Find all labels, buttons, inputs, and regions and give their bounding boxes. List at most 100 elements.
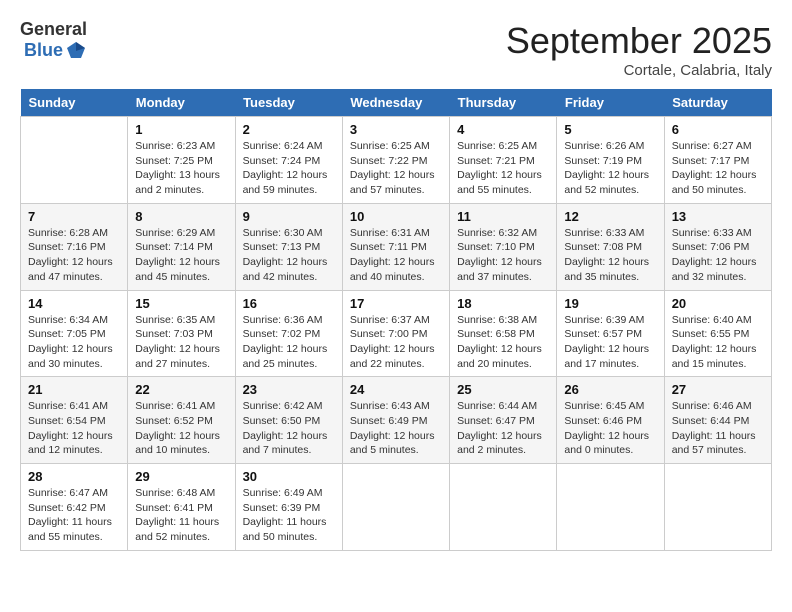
day-number: 30 [243, 469, 335, 484]
page-header: General Blue September 2025 Cortale, Cal… [20, 20, 772, 79]
day-cell: 18Sunrise: 6:38 AMSunset: 6:58 PMDayligh… [450, 290, 557, 377]
day-number: 24 [350, 382, 442, 397]
day-cell: 14Sunrise: 6:34 AMSunset: 7:05 PMDayligh… [21, 290, 128, 377]
day-number: 7 [28, 209, 120, 224]
day-info: Sunrise: 6:24 AMSunset: 7:24 PMDaylight:… [243, 139, 335, 198]
day-cell: 20Sunrise: 6:40 AMSunset: 6:55 PMDayligh… [664, 290, 771, 377]
day-info: Sunrise: 6:47 AMSunset: 6:42 PMDaylight:… [28, 486, 120, 545]
day-number: 15 [135, 296, 227, 311]
day-number: 9 [243, 209, 335, 224]
day-cell: 10 Sunrise: 6:31 AMSunset: 7:11 PMDayligh… [342, 203, 449, 290]
day-cell: 4 Sunrise: 6:25 AMSunset: 7:21 PMDaylight… [450, 117, 557, 204]
day-info: Sunrise: 6:42 AMSunset: 6:50 PMDaylight:… [243, 399, 335, 458]
header-monday: Monday [128, 89, 235, 117]
day-info: Sunrise: 6:39 AMSunset: 6:57 PMDaylight:… [564, 313, 656, 372]
day-cell: 28Sunrise: 6:47 AMSunset: 6:42 PMDayligh… [21, 464, 128, 551]
day-cell: 7Sunrise: 6:28 AMSunset: 7:16 PMDaylight… [21, 203, 128, 290]
day-cell: 2 Sunrise: 6:24 AMSunset: 7:24 PMDaylight… [235, 117, 342, 204]
day-cell: 6 Sunrise: 6:27 AMSunset: 7:17 PMDaylight… [664, 117, 771, 204]
day-number: 22 [135, 382, 227, 397]
day-number: 13 [672, 209, 764, 224]
week-row-1: 1 Sunrise: 6:23 AMSunset: 7:25 PMDaylight… [21, 117, 772, 204]
week-row-3: 14Sunrise: 6:34 AMSunset: 7:05 PMDayligh… [21, 290, 772, 377]
logo-general: General [20, 20, 87, 40]
header-tuesday: Tuesday [235, 89, 342, 117]
day-info: Sunrise: 6:44 AMSunset: 6:47 PMDaylight:… [457, 399, 549, 458]
day-info: Sunrise: 6:29 AMSunset: 7:14 PMDaylight:… [135, 226, 227, 285]
day-cell: 13 Sunrise: 6:33 AMSunset: 7:06 PMDayligh… [664, 203, 771, 290]
day-number: 26 [564, 382, 656, 397]
day-cell: 8 Sunrise: 6:29 AMSunset: 7:14 PMDaylight… [128, 203, 235, 290]
day-number: 27 [672, 382, 764, 397]
day-cell: 26Sunrise: 6:45 AMSunset: 6:46 PMDayligh… [557, 377, 664, 464]
day-cell: 29 Sunrise: 6:48 AMSunset: 6:41 PMDayligh… [128, 464, 235, 551]
day-info: Sunrise: 6:49 AMSunset: 6:39 PMDaylight:… [243, 486, 335, 545]
day-info: Sunrise: 6:35 AMSunset: 7:03 PMDaylight:… [135, 313, 227, 372]
day-info: Sunrise: 6:33 AMSunset: 7:06 PMDaylight:… [672, 226, 764, 285]
day-cell: 25 Sunrise: 6:44 AMSunset: 6:47 PMDayligh… [450, 377, 557, 464]
day-number: 25 [457, 382, 549, 397]
day-cell: 17 Sunrise: 6:37 AMSunset: 7:00 PMDayligh… [342, 290, 449, 377]
day-info: Sunrise: 6:41 AMSunset: 6:52 PMDaylight:… [135, 399, 227, 458]
day-cell [664, 464, 771, 551]
logo-flag-icon [65, 40, 87, 62]
day-info: Sunrise: 6:37 AMSunset: 7:00 PMDaylight:… [350, 313, 442, 372]
header-friday: Friday [557, 89, 664, 117]
logo: General Blue [20, 20, 87, 62]
month-title: September 2025 [506, 20, 772, 62]
day-cell: 30 Sunrise: 6:49 AMSunset: 6:39 PMDayligh… [235, 464, 342, 551]
location-title: Cortale, Calabria, Italy [506, 62, 772, 79]
title-section: September 2025 Cortale, Calabria, Italy [506, 20, 772, 79]
day-cell [21, 117, 128, 204]
day-number: 4 [457, 122, 549, 137]
day-number: 6 [672, 122, 764, 137]
day-cell: 24 Sunrise: 6:43 AMSunset: 6:49 PMDayligh… [342, 377, 449, 464]
day-number: 21 [28, 382, 120, 397]
day-cell: 3 Sunrise: 6:25 AMSunset: 7:22 PMDaylight… [342, 117, 449, 204]
day-cell: 16Sunrise: 6:36 AMSunset: 7:02 PMDayligh… [235, 290, 342, 377]
day-info: Sunrise: 6:43 AMSunset: 6:49 PMDaylight:… [350, 399, 442, 458]
week-row-4: 21 Sunrise: 6:41 AMSunset: 6:54 PMDayligh… [21, 377, 772, 464]
day-cell [557, 464, 664, 551]
day-number: 29 [135, 469, 227, 484]
day-info: Sunrise: 6:30 AMSunset: 7:13 PMDaylight:… [243, 226, 335, 285]
day-number: 12 [564, 209, 656, 224]
day-cell: 15 Sunrise: 6:35 AMSunset: 7:03 PMDayligh… [128, 290, 235, 377]
day-cell: 11Sunrise: 6:32 AMSunset: 7:10 PMDayligh… [450, 203, 557, 290]
header-sunday: Sunday [21, 89, 128, 117]
day-cell: 22 Sunrise: 6:41 AMSunset: 6:52 PMDayligh… [128, 377, 235, 464]
day-info: Sunrise: 6:23 AMSunset: 7:25 PMDaylight:… [135, 139, 227, 198]
day-number: 17 [350, 296, 442, 311]
day-number: 8 [135, 209, 227, 224]
day-cell [342, 464, 449, 551]
day-info: Sunrise: 6:31 AMSunset: 7:11 PMDaylight:… [350, 226, 442, 285]
day-info: Sunrise: 6:38 AMSunset: 6:58 PMDaylight:… [457, 313, 549, 372]
day-number: 3 [350, 122, 442, 137]
day-cell: 1 Sunrise: 6:23 AMSunset: 7:25 PMDaylight… [128, 117, 235, 204]
day-cell: 21 Sunrise: 6:41 AMSunset: 6:54 PMDayligh… [21, 377, 128, 464]
day-info: Sunrise: 6:46 AMSunset: 6:44 PMDaylight:… [672, 399, 764, 458]
day-number: 23 [243, 382, 335, 397]
day-number: 5 [564, 122, 656, 137]
day-cell: 12Sunrise: 6:33 AMSunset: 7:08 PMDayligh… [557, 203, 664, 290]
day-info: Sunrise: 6:48 AMSunset: 6:41 PMDaylight:… [135, 486, 227, 545]
calendar-header-row: SundayMondayTuesdayWednesdayThursdayFrid… [21, 89, 772, 117]
day-cell: 9 Sunrise: 6:30 AMSunset: 7:13 PMDaylight… [235, 203, 342, 290]
day-info: Sunrise: 6:26 AMSunset: 7:19 PMDaylight:… [564, 139, 656, 198]
header-wednesday: Wednesday [342, 89, 449, 117]
day-number: 1 [135, 122, 227, 137]
day-number: 2 [243, 122, 335, 137]
logo-blue: Blue [24, 41, 63, 61]
day-info: Sunrise: 6:36 AMSunset: 7:02 PMDaylight:… [243, 313, 335, 372]
day-info: Sunrise: 6:40 AMSunset: 6:55 PMDaylight:… [672, 313, 764, 372]
day-cell: 23 Sunrise: 6:42 AMSunset: 6:50 PMDayligh… [235, 377, 342, 464]
day-cell: 19 Sunrise: 6:39 AMSunset: 6:57 PMDayligh… [557, 290, 664, 377]
day-info: Sunrise: 6:41 AMSunset: 6:54 PMDaylight:… [28, 399, 120, 458]
header-thursday: Thursday [450, 89, 557, 117]
day-info: Sunrise: 6:27 AMSunset: 7:17 PMDaylight:… [672, 139, 764, 198]
day-number: 11 [457, 209, 549, 224]
day-info: Sunrise: 6:25 AMSunset: 7:22 PMDaylight:… [350, 139, 442, 198]
day-info: Sunrise: 6:25 AMSunset: 7:21 PMDaylight:… [457, 139, 549, 198]
day-number: 19 [564, 296, 656, 311]
day-number: 10 [350, 209, 442, 224]
